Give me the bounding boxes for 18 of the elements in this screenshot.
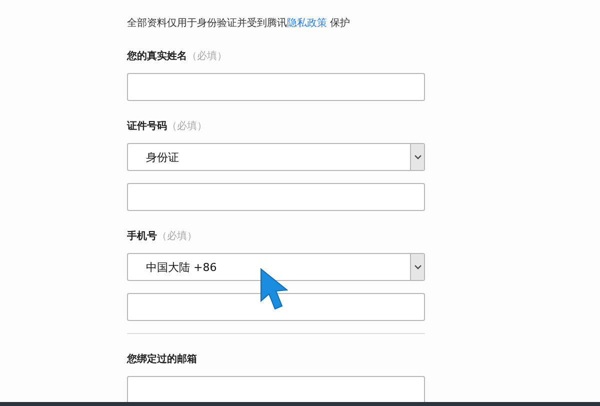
field-label: 您绑定过的邮箱 xyxy=(127,352,197,366)
field-label: 手机号 xyxy=(127,230,157,243)
required-hint: （必填） xyxy=(167,120,207,133)
chevron-down-icon xyxy=(414,154,422,160)
dropdown[interactable]: 中国大陆 +86 xyxy=(127,253,425,281)
input-field[interactable] xyxy=(127,183,425,211)
required-hint: （必填） xyxy=(157,230,197,243)
required-hint: （必填） xyxy=(187,50,227,63)
chevron-down-icon xyxy=(414,264,422,270)
privacy-link[interactable]: 隐私政策 xyxy=(287,18,327,29)
field-label: 证件号码 xyxy=(127,120,167,133)
privacy-notice: 全部资料仅用于身份验证并受到腾讯隐私政策 保护 xyxy=(127,18,350,29)
dropdown[interactable]: 身份证 xyxy=(127,143,425,171)
input-field[interactable] xyxy=(127,293,425,321)
input-field[interactable] xyxy=(127,376,425,404)
input-field[interactable] xyxy=(127,73,425,101)
cursor-icon xyxy=(260,268,288,310)
field-label: 您的真实姓名 xyxy=(127,49,187,63)
